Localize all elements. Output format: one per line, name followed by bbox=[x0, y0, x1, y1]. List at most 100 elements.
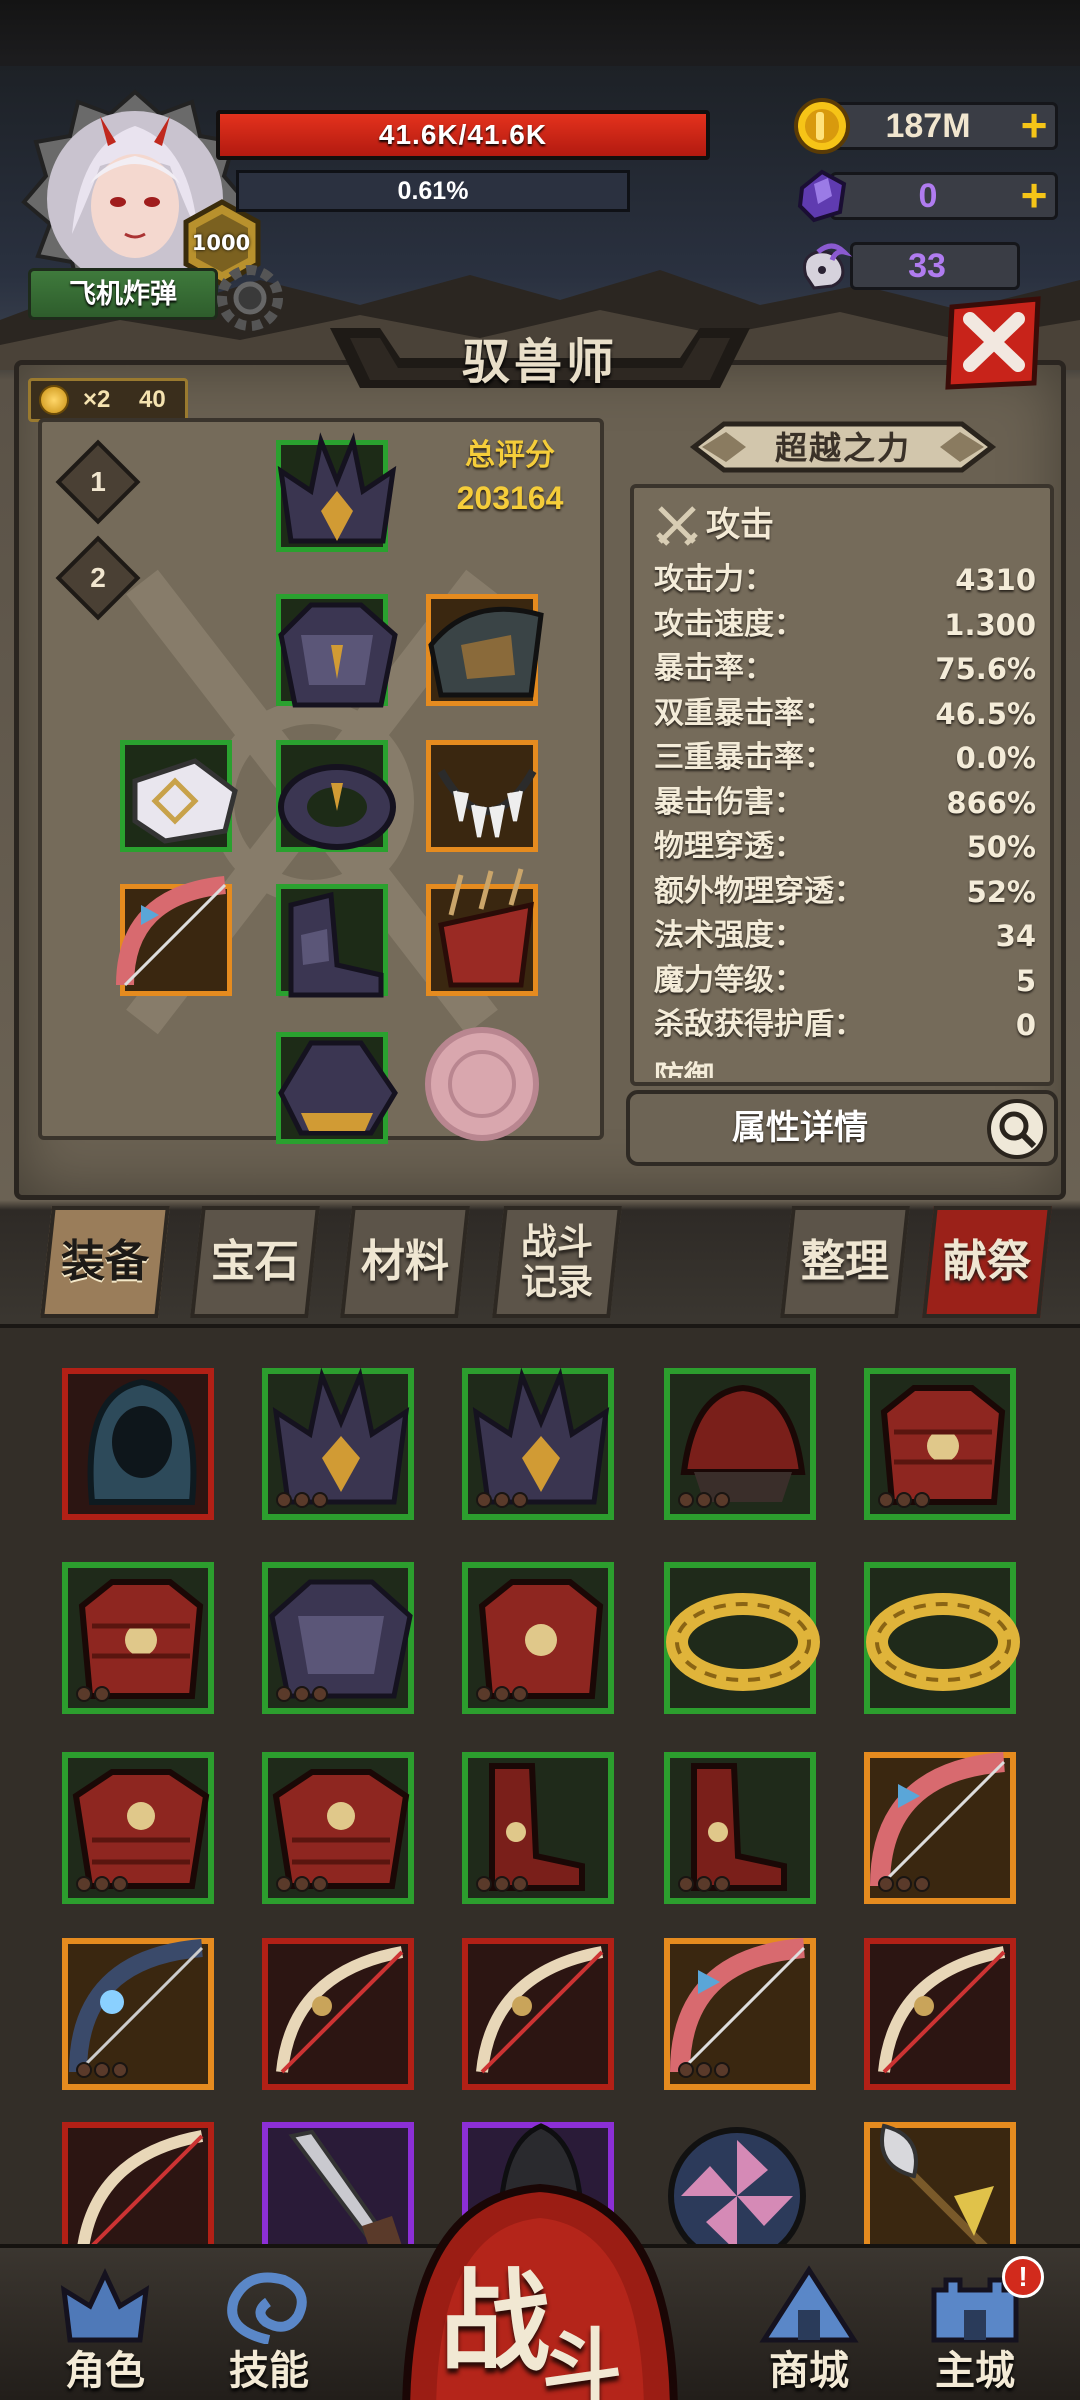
inventory-item[interactable] bbox=[462, 1562, 614, 1714]
player-name: 飞机炸弹 bbox=[28, 268, 218, 320]
ornate-bow-icon bbox=[276, 1946, 404, 2074]
stat-row: 攻击速度： 1.300 bbox=[654, 603, 1036, 647]
sacrifice-button[interactable]: 献祭 bbox=[922, 1206, 1052, 1318]
stat-row: 法术强度： 34 bbox=[654, 914, 1036, 958]
equip-belt[interactable] bbox=[276, 740, 396, 852]
wax-seal-icon bbox=[425, 1027, 539, 1141]
equip-shoulder[interactable] bbox=[426, 594, 544, 706]
gold-add-button[interactable]: + bbox=[1010, 102, 1058, 150]
hp-text: 41.6K/41.6K bbox=[378, 119, 548, 150]
stat-value: 866% bbox=[946, 785, 1036, 820]
nav-shop[interactable]: 商城 bbox=[744, 2260, 874, 2396]
stat-value: 0 bbox=[1015, 1008, 1036, 1042]
close-x-icon bbox=[945, 296, 1041, 390]
fang-necklace-icon bbox=[437, 769, 537, 838]
stat-row: 杀敌获得护盾： 0 bbox=[654, 1003, 1036, 1047]
stat-row: 暴击伤害： 866% bbox=[654, 781, 1036, 825]
transcend-button[interactable]: 超越之力 bbox=[684, 422, 1002, 474]
score-value: 203164 bbox=[456, 480, 564, 516]
hood-icon bbox=[87, 1378, 197, 1505]
equip-armor[interactable] bbox=[276, 594, 398, 708]
stat-label: 暴击伤害： bbox=[654, 785, 804, 819]
purple-crystal-icon bbox=[797, 169, 847, 223]
inventory-item[interactable] bbox=[62, 1752, 214, 1904]
xp-text: 0.61% bbox=[397, 177, 469, 205]
inventory-item[interactable] bbox=[864, 1938, 1016, 2090]
stat-label: 法术强度： bbox=[654, 919, 804, 952]
inventory-item[interactable] bbox=[262, 1367, 414, 1520]
equip-quiver[interactable] bbox=[426, 868, 538, 996]
stat-value: 1.300 bbox=[944, 607, 1036, 642]
stats-next-section: 防御 bbox=[654, 1061, 714, 1078]
gold-counter: 187M + bbox=[790, 96, 1070, 154]
equip-necklace[interactable] bbox=[426, 740, 538, 852]
tab-gems[interactable]: 宝石 bbox=[190, 1206, 320, 1318]
attribute-details-label: 属性详情 bbox=[732, 1109, 868, 1147]
stat-label: 额外物理穿透： bbox=[654, 874, 864, 908]
inventory-item[interactable] bbox=[864, 1368, 1016, 1520]
inventory-item[interactable] bbox=[262, 1752, 414, 1904]
inventory-item[interactable] bbox=[462, 1752, 614, 1904]
spiked-boots-icon bbox=[288, 891, 384, 998]
inventory-item[interactable] bbox=[62, 1368, 214, 1520]
stat-row: 暴击率： 75.6% bbox=[654, 647, 1036, 691]
spiked-belt-icon bbox=[278, 764, 396, 850]
inventory-item[interactable] bbox=[664, 1562, 820, 1714]
tab-battle-log[interactable]: 战斗 记录 bbox=[492, 1206, 622, 1318]
inventory-item[interactable] bbox=[262, 1562, 414, 1714]
inventory-item[interactable] bbox=[664, 1752, 816, 1904]
stat-value: 0.0% bbox=[955, 741, 1036, 775]
xp-bar: 0.61% bbox=[236, 170, 630, 212]
inventory-item[interactable] bbox=[462, 1938, 614, 2090]
white-gauntlet-icon bbox=[132, 758, 238, 844]
stat-value: 5 bbox=[1015, 963, 1036, 998]
stat-label: 双重暴击率： bbox=[654, 696, 834, 730]
inventory-grid bbox=[0, 1324, 1080, 2274]
inventory-item[interactable] bbox=[262, 1938, 414, 2090]
battle-button[interactable]: 战 斗 bbox=[430, 2232, 650, 2400]
stat-value: 34 bbox=[995, 919, 1036, 953]
gold-value: 187M bbox=[885, 107, 971, 145]
inventory-item[interactable] bbox=[864, 1752, 1016, 1904]
tab-materials[interactable]: 材料 bbox=[340, 1206, 470, 1318]
stat-value: 4310 bbox=[955, 563, 1036, 597]
close-button[interactable] bbox=[942, 295, 1046, 391]
inventory-item[interactable] bbox=[62, 1562, 214, 1714]
equip-seal[interactable] bbox=[425, 1027, 539, 1144]
gem-add-button[interactable]: + bbox=[1010, 172, 1058, 220]
equip-helmet[interactable] bbox=[276, 432, 397, 552]
spiked-ring-icon bbox=[278, 1040, 398, 1136]
stat-label: 魔力等级： bbox=[654, 963, 804, 997]
inventory-item[interactable] bbox=[664, 1368, 816, 1520]
score-label: 总评分 bbox=[465, 439, 555, 472]
stat-label: 物理穿透： bbox=[654, 830, 804, 863]
stat-row: 三重暴击率： 0.0% bbox=[654, 736, 1036, 780]
stat-row: 魔力等级： 5 bbox=[654, 959, 1036, 1003]
equip-ring[interactable] bbox=[276, 1032, 398, 1144]
inventory-item[interactable] bbox=[462, 1367, 614, 1520]
inventory-item[interactable] bbox=[864, 1562, 1020, 1714]
equip-gauntlet[interactable] bbox=[120, 740, 238, 852]
gem-counter: 0 + bbox=[790, 166, 1070, 224]
sort-button[interactable]: 整理 bbox=[780, 1206, 910, 1318]
stat-value: 46.5% bbox=[935, 696, 1036, 731]
gem-value: 0 bbox=[918, 177, 938, 215]
ornate-bow-icon bbox=[476, 1946, 604, 2074]
settings-gear-icon[interactable] bbox=[210, 258, 300, 338]
stat-label: 三重暴击率： bbox=[654, 741, 834, 774]
gold-rope-belt-icon bbox=[666, 1593, 820, 1691]
dragon-pauldron-icon bbox=[428, 606, 544, 698]
equip-bow[interactable] bbox=[116, 876, 232, 996]
equip-boots[interactable] bbox=[276, 884, 388, 998]
stats-header: 攻击 bbox=[656, 502, 774, 548]
tab-equipment[interactable]: 装备 bbox=[40, 1206, 170, 1318]
attribute-details-button[interactable]: 属性详情 bbox=[626, 1090, 1058, 1166]
nav-character[interactable]: 角色 bbox=[40, 2260, 170, 2396]
stat-row: 攻击力： 4310 bbox=[654, 558, 1036, 602]
stat-label: 暴击率： bbox=[654, 652, 774, 685]
spiked-helmet-icon bbox=[277, 432, 397, 544]
inventory-item[interactable] bbox=[664, 1938, 816, 2090]
inventory-item[interactable] bbox=[62, 1938, 214, 2090]
ram-value: 33 bbox=[908, 247, 946, 285]
nav-skills[interactable]: 技能 bbox=[204, 2260, 334, 2396]
